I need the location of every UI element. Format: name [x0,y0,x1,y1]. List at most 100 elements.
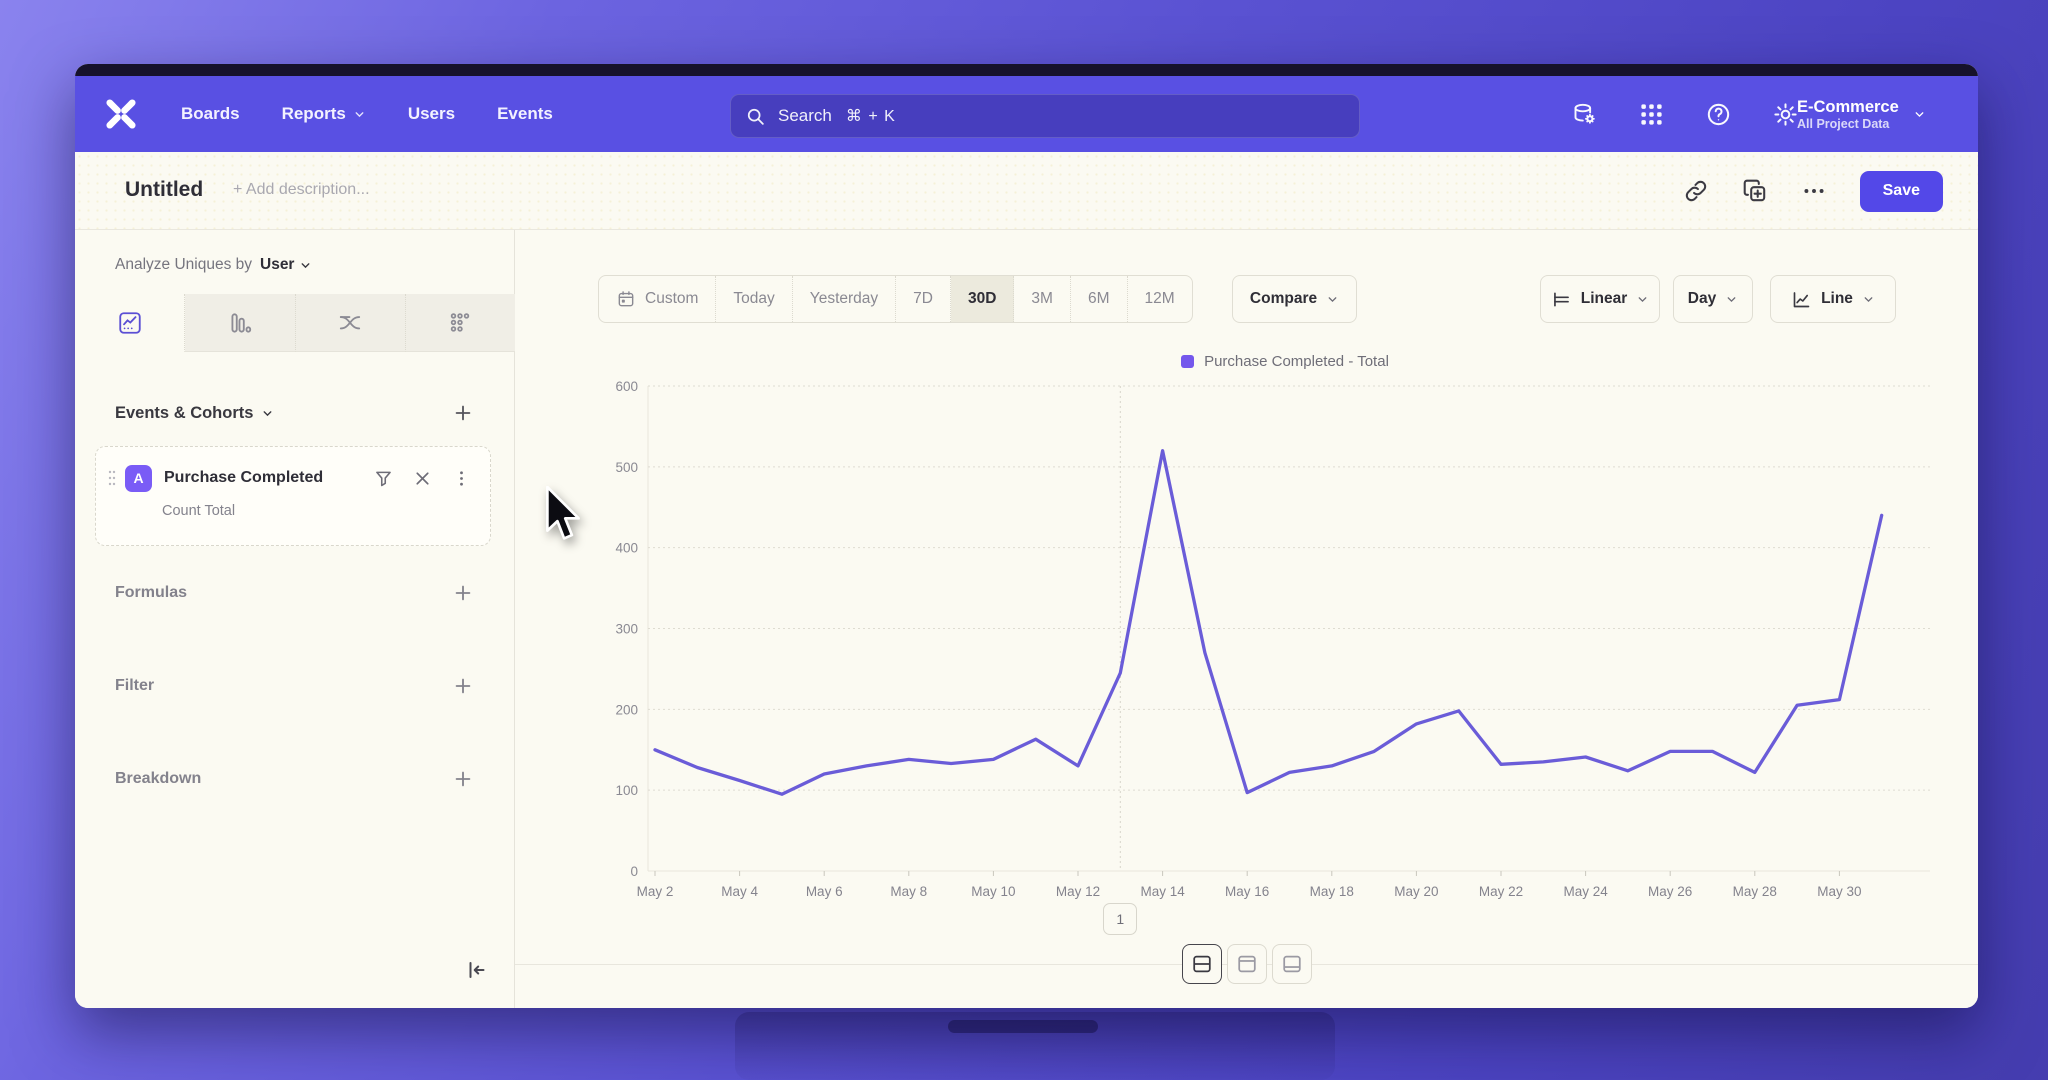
drag-handle-icon[interactable] [106,467,118,489]
project-switcher[interactable]: E-Commerce All Project Data [1797,76,1926,152]
range-button-today[interactable]: Today [716,276,792,322]
save-button[interactable]: Save [1860,171,1943,212]
range-button-6m[interactable]: 6M [1071,276,1128,322]
annotation-badge[interactable]: 1 [1103,903,1137,935]
nav-events-label: Events [497,104,553,124]
range-button-3m[interactable]: 3M [1014,276,1071,322]
report-title[interactable]: Untitled [125,178,203,202]
event-letter-badge: A [125,465,152,492]
events-cohorts-label: Events & Cohorts [115,404,253,423]
report-body: Analyze Uniques by User [75,230,1978,1008]
section-filter: Filter [115,673,474,699]
dock-hint [948,1020,1098,1033]
chart-type-label: Line [1821,290,1853,308]
project-subtitle: All Project Data [1797,117,1899,131]
event-metric[interactable]: Count Total [162,503,235,519]
analyze-by-dropdown[interactable]: User [260,256,312,274]
titlebar-actions: Save [1683,152,1978,230]
nav-reports[interactable]: Reports [282,104,366,124]
event-card[interactable]: A Purchase Completed Count Total [95,446,491,546]
nav-events[interactable]: Events [497,104,553,124]
mixpanel-logo-icon[interactable] [103,96,139,132]
filter-funnel-icon[interactable] [373,468,394,489]
flow-chart-icon [337,310,363,336]
events-cohorts-dropdown[interactable]: Events & Cohorts [115,404,274,423]
link-icon[interactable] [1683,178,1709,204]
y-tick-label: 600 [615,379,638,394]
nav-users[interactable]: Users [408,104,455,124]
search-icon [745,106,766,127]
range-button-30d[interactable]: 30D [951,276,1014,322]
scale-dropdown[interactable]: Linear [1540,275,1660,323]
panel-bottom-toggle[interactable] [1272,944,1312,984]
panel-top-toggle[interactable] [1227,944,1267,984]
remove-event-icon[interactable] [412,468,433,489]
interval-dropdown[interactable]: Day [1673,275,1753,323]
tab-bar-chart[interactable] [185,294,295,352]
line-chart[interactable]: 0100200300400500600May 2May 4May 6May 8M… [600,375,1970,905]
data-icon[interactable] [1571,101,1598,128]
x-tick-label: May 6 [806,884,843,899]
report-titlebar: Untitled + Add description... Save [75,152,1978,230]
breakdown-label: Breakdown [115,770,201,788]
legend-swatch [1181,355,1194,368]
apps-grid-icon[interactable] [1638,101,1665,128]
chart-type-tabbar [75,294,515,352]
help-icon[interactable] [1705,101,1732,128]
chart-type-dropdown[interactable]: Line [1770,275,1896,323]
x-tick-label: May 22 [1479,884,1523,899]
range-button-yesterday[interactable]: Yesterday [793,276,896,322]
add-filter-icon[interactable] [452,675,474,697]
x-tick-label: May 8 [890,884,927,899]
split-view-toggle[interactable] [1182,944,1222,984]
range-button-12m[interactable]: 12M [1128,276,1192,322]
app-window: Boards Reports Users Events Search ⌘ + K [75,64,1978,1008]
kebab-menu-icon[interactable] [451,468,472,489]
linear-scale-icon [1551,289,1572,310]
scatter-chart-icon [447,310,473,336]
x-tick-label: May 20 [1394,884,1438,899]
legend-label: Purchase Completed - Total [1204,353,1389,370]
compare-dropdown[interactable]: Compare [1232,275,1357,323]
add-description-field[interactable]: + Add description... [233,181,370,199]
formulas-label: Formulas [115,584,187,602]
event-name[interactable]: Purchase Completed [164,469,323,487]
compare-label: Compare [1250,290,1317,308]
collapse-sidebar-icon[interactable] [464,958,488,982]
settings-gear-icon[interactable] [1772,101,1799,128]
y-tick-label: 400 [615,541,638,556]
tab-flow-chart[interactable] [296,294,406,352]
add-formula-icon[interactable] [452,582,474,604]
nav-boards[interactable]: Boards [181,104,240,124]
search-shortcut: ⌘ + K [846,106,896,126]
range-button-7d[interactable]: 7D [896,276,951,322]
chevron-down-icon [1913,108,1926,121]
search-input[interactable]: Search ⌘ + K [730,94,1360,138]
filter-label: Filter [115,677,154,695]
add-breakdown-icon[interactable] [452,768,474,790]
chart-legend: Purchase Completed - Total [600,353,1970,370]
chevron-down-icon [1862,293,1875,306]
main-nav: Boards Reports Users Events [181,104,553,124]
analyze-value: User [260,256,294,274]
query-sidebar: Analyze Uniques by User [75,230,515,1008]
add-event-icon[interactable] [452,402,474,424]
tab-scatter-chart[interactable] [406,294,515,352]
app-header: Boards Reports Users Events Search ⌘ + K [75,76,1978,152]
search-placeholder: Search [778,106,832,126]
range-custom-button[interactable]: Custom [599,276,716,322]
more-icon[interactable] [1801,178,1827,204]
x-tick-label: May 16 [1225,884,1269,899]
y-tick-label: 500 [615,460,638,475]
nav-users-label: Users [408,104,455,124]
range-custom-label: Custom [645,290,698,308]
analyze-row: Analyze Uniques by User [115,256,312,274]
y-tick-label: 100 [615,783,638,798]
tab-line-chart[interactable] [75,294,185,352]
duplicate-icon[interactable] [1742,178,1768,204]
y-tick-label: 200 [615,702,638,717]
panel-bottom-icon [1281,953,1303,975]
line-type-icon [1791,289,1812,310]
x-tick-label: May 28 [1733,884,1777,899]
section-breakdown: Breakdown [115,766,474,792]
